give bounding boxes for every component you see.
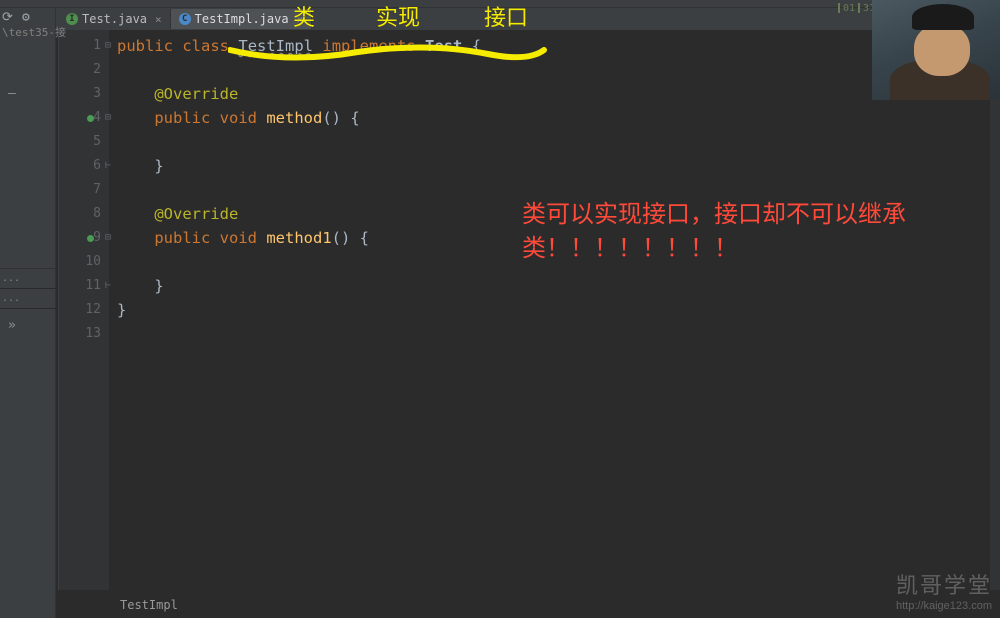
code-line: public void method1() { bbox=[117, 226, 1000, 250]
code-line: @Override bbox=[117, 82, 1000, 106]
project-breadcrumb: \test35-接 bbox=[2, 24, 66, 40]
left-gutter-panel: ⟳ ⚙ — ... ... » bbox=[0, 8, 56, 618]
code-line: } bbox=[117, 298, 1000, 322]
close-icon[interactable]: × bbox=[155, 13, 162, 26]
code-line bbox=[117, 130, 1000, 154]
code-line: public class TestImpl implements Test { bbox=[117, 34, 1000, 58]
panel-tab-1[interactable]: ... bbox=[0, 269, 56, 289]
close-icon[interactable]: × bbox=[297, 13, 304, 26]
refresh-icon[interactable]: ⟳ bbox=[2, 10, 16, 24]
scrollbar[interactable] bbox=[990, 30, 1000, 590]
code-area[interactable]: public class TestImpl implements Test { … bbox=[109, 30, 1000, 590]
code-line bbox=[117, 250, 1000, 274]
structure-breadcrumb[interactable]: TestImpl bbox=[120, 598, 178, 612]
code-line bbox=[117, 178, 1000, 202]
override-marker-icon[interactable] bbox=[87, 235, 94, 242]
tool-indicator: — bbox=[8, 86, 16, 101]
code-line: } bbox=[117, 274, 1000, 298]
tab-label: Test.java bbox=[82, 12, 147, 26]
panel-tab-2[interactable]: ... bbox=[0, 289, 56, 309]
collapse-icon[interactable]: » bbox=[8, 318, 16, 333]
tab-label: TestImpl.java bbox=[195, 12, 289, 26]
watermark: 凯哥学堂 http://kaige123.com bbox=[896, 568, 992, 612]
settings-icon[interactable]: ⚙ bbox=[22, 10, 36, 24]
webcam-overlay bbox=[872, 0, 1000, 100]
code-line bbox=[117, 58, 1000, 82]
interface-icon: I bbox=[66, 13, 78, 25]
editor[interactable]: 1⊟ 2 3 4⊟ 5 6⊢ 7 8 9⊟ 10 11⊢ 12 13 publi… bbox=[58, 30, 1000, 590]
code-line bbox=[117, 322, 1000, 346]
tab-test-java[interactable]: I Test.java × bbox=[58, 9, 171, 29]
code-line: } bbox=[117, 154, 1000, 178]
tab-testimpl-java[interactable]: C TestImpl.java × bbox=[171, 9, 313, 29]
code-line: @Override bbox=[117, 202, 1000, 226]
class-icon: C bbox=[179, 13, 191, 25]
line-gutter: 1⊟ 2 3 4⊟ 5 6⊢ 7 8 9⊟ 10 11⊢ 12 13 bbox=[59, 30, 109, 590]
override-marker-icon[interactable] bbox=[87, 115, 94, 122]
code-line: public void method() { bbox=[117, 106, 1000, 130]
